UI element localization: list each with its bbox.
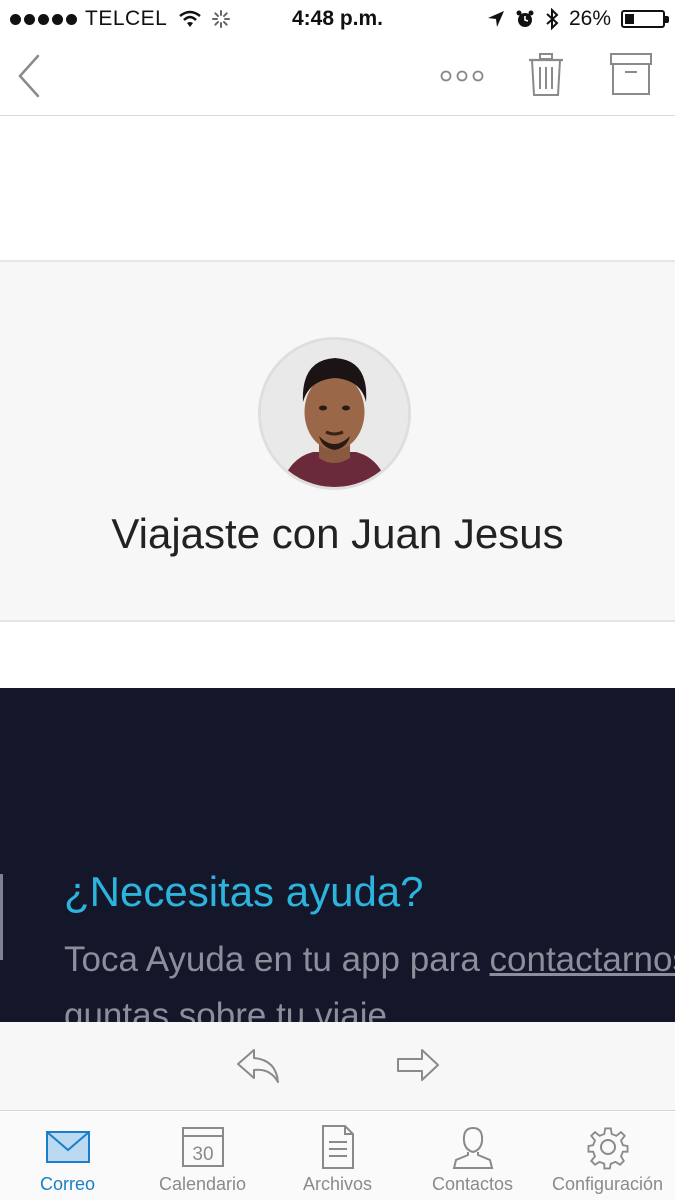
email-header-spacer — [0, 117, 675, 260]
help-text-prefix: Toca Ayuda en tu app para — [64, 940, 490, 979]
driver-photo — [261, 340, 408, 487]
bluetooth-icon — [546, 8, 559, 30]
status-left: TELCEL — [10, 7, 231, 31]
document-icon — [321, 1125, 354, 1169]
archive-box-icon[interactable] — [609, 52, 653, 96]
activity-spinner-icon — [212, 10, 231, 28]
trip-title: Viajaste con Juan Jesus — [111, 510, 564, 557]
tab-label: Correo — [39, 1174, 96, 1194]
message-toolbar — [0, 38, 675, 116]
calendar-icon: 30 — [181, 1127, 224, 1167]
help-title: ¿Necesitas ayuda? — [64, 868, 424, 915]
tab-contactos[interactable]: Contactos — [405, 1112, 540, 1200]
person-icon — [452, 1126, 493, 1169]
tab-archivos[interactable]: Archivos — [270, 1112, 405, 1200]
driver-avatar — [258, 337, 411, 490]
calendar-day: 30 — [192, 1144, 213, 1165]
chevron-left-icon[interactable] — [12, 52, 48, 100]
help-text: Toca Ayuda en tu app para contactarnos — [64, 940, 675, 980]
tab-configuracion[interactable]: Configuración — [540, 1112, 675, 1200]
reply-action-bar — [0, 1022, 675, 1111]
battery-tip — [665, 16, 669, 23]
status-bar: TELCEL 4:48 p.m. 26% — [0, 0, 675, 38]
tab-correo[interactable]: Correo — [0, 1112, 135, 1200]
tab-label: Contactos — [431, 1174, 514, 1194]
alarm-clock-icon — [516, 10, 534, 27]
tab-label: Configuración — [551, 1174, 664, 1194]
forward-arrow-icon[interactable] — [394, 1046, 442, 1086]
tab-calendario[interactable]: 30 Calendario — [135, 1112, 270, 1200]
battery-icon — [621, 10, 669, 28]
status-right: 26% — [487, 7, 669, 31]
tab-bar: Correo 30 Calendario Archivos Contactos — [0, 1112, 675, 1200]
wifi-icon — [179, 10, 202, 27]
contact-link[interactable]: contactarnos — [490, 940, 675, 979]
signal-strength-icon — [10, 13, 77, 25]
tab-label: Calendario — [158, 1174, 247, 1194]
driver-card: Viajaste con Juan Jesus — [0, 260, 675, 622]
gear-icon — [587, 1127, 628, 1170]
battery-percent: 26% — [568, 7, 611, 30]
carrier-name: TELCEL — [85, 7, 168, 30]
reply-arrow-icon[interactable] — [234, 1046, 282, 1086]
trash-icon[interactable] — [526, 52, 566, 98]
location-arrow-icon — [487, 11, 504, 27]
email-divider-spacer — [0, 622, 675, 688]
scroll-edge-indicator — [0, 874, 3, 960]
tab-label: Archivos — [302, 1174, 373, 1194]
ellipsis-icon[interactable] — [438, 66, 486, 86]
envelope-icon — [45, 1131, 90, 1163]
battery-fill — [625, 14, 635, 24]
help-text-line2: guntas sobre tu viaje. — [64, 996, 397, 1022]
help-section: ¿Necesitas ayuda? Toca Ayuda en tu app p… — [0, 688, 675, 1022]
